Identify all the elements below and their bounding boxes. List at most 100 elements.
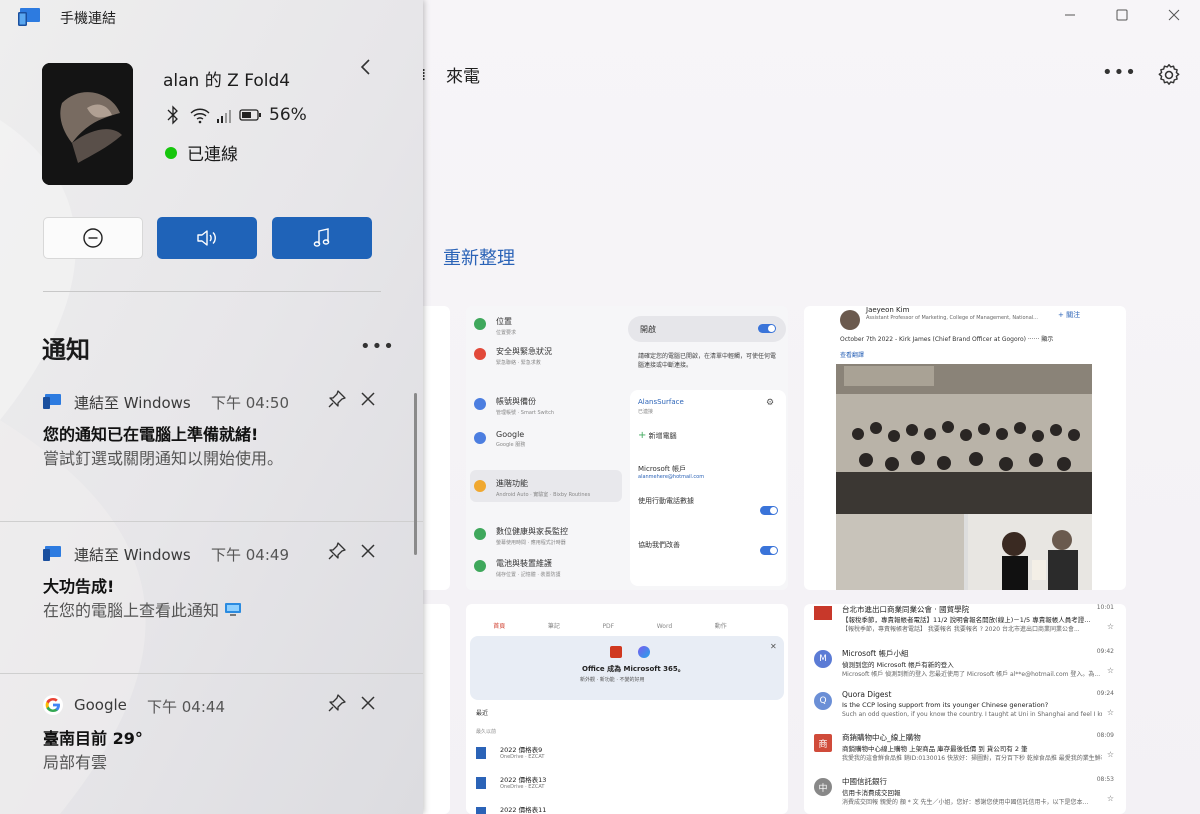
pin-icon[interactable]: [327, 541, 347, 561]
notification-time: 下午 04:50: [211, 394, 289, 412]
computer-emoji-icon: [225, 603, 242, 616]
close-icon[interactable]: [358, 541, 378, 561]
notifications-title: 通知: [42, 336, 90, 364]
mobile-data-toggle[interactable]: [760, 506, 778, 515]
notification-app: 連結至 Windows: [74, 546, 191, 564]
list-item[interactable]: 2022 價格表11: [476, 804, 776, 814]
notification-title: 大功告成!: [43, 577, 115, 596]
star-icon[interactable]: ☆: [1107, 622, 1114, 631]
notification-title: 臺南目前 29°: [43, 729, 143, 748]
list-item[interactable]: 商 商銷購物中心_線上購物 08:09 商銷購物中心線上購物 上架商品 庫存最後…: [810, 732, 1120, 766]
post-photo: [836, 364, 1092, 590]
phone-link-app-icon: [18, 8, 40, 26]
avatar: [840, 310, 860, 330]
close-window-button[interactable]: [1148, 0, 1200, 30]
list-item[interactable]: 台北市進出口商業同業公會 · 國貿學院 10:01 【報稅季節，專責報帳者電話】…: [810, 604, 1120, 638]
notification-time: 下午 04:49: [211, 546, 289, 564]
notification-body-wrap: 在您的電腦上查看此通知: [43, 597, 242, 621]
add-pc-button[interactable]: + 新增電腦: [638, 430, 677, 441]
notification-body: 嘗試釘選或關閉通知以開始使用。: [43, 449, 284, 468]
notifications-more-button[interactable]: •••: [360, 336, 395, 357]
close-icon[interactable]: ✕: [770, 642, 777, 651]
improve-toggle[interactable]: [760, 546, 778, 555]
link-to-windows-icon: [43, 546, 61, 561]
star-icon[interactable]: ☆: [1107, 750, 1114, 759]
connection-status: 已連線: [165, 140, 238, 165]
list-item[interactable]: Q Quora Digest 09:24 Is the CCP losing s…: [810, 690, 1120, 724]
music-note-icon: [313, 228, 330, 247]
connection-text: 已連線: [187, 145, 238, 165]
office-tabs: 首頁 筆記 PDF Word 動作: [493, 623, 727, 630]
media-button[interactable]: [272, 217, 372, 259]
connected-dot-icon: [165, 146, 177, 159]
notification-body: 局部有雲: [43, 753, 108, 772]
notification-app: 連結至 Windows: [74, 394, 191, 412]
close-icon[interactable]: [358, 693, 378, 713]
close-icon: [1168, 9, 1180, 21]
calls-header: ⁞⁞ 來電: [418, 58, 480, 90]
volume-button[interactable]: [157, 217, 257, 259]
list-item[interactable]: M Microsoft 帳戶小組 09:42 偵測到您的 Microsoft 帳…: [810, 648, 1120, 682]
divider: [43, 291, 381, 292]
notification-body: 在您的電腦上查看此通知: [43, 601, 220, 620]
device-status: 56%: [165, 104, 307, 126]
do-not-disturb-button[interactable]: [43, 217, 143, 259]
wifi-icon: [190, 108, 210, 124]
gear-icon[interactable]: [1156, 62, 1182, 88]
maximize-icon: [1116, 9, 1128, 21]
chevron-left-icon[interactable]: [355, 56, 377, 78]
pin-icon[interactable]: [327, 693, 347, 713]
app-title-bar: 手機連結: [0, 0, 423, 32]
main-toggle[interactable]: [758, 324, 776, 333]
close-icon[interactable]: [358, 389, 378, 409]
list-item: 進階功能 Android Auto · 實驗室 · Bixby Routines: [474, 478, 590, 498]
star-icon[interactable]: ☆: [1107, 794, 1114, 803]
more-options-button[interactable]: •••: [1102, 62, 1137, 83]
linkedin-app-card[interactable]: Jaeyeon Kim Assistant Professor of Marke…: [804, 306, 1126, 590]
star-icon[interactable]: ☆: [1107, 666, 1114, 675]
notification-item[interactable]: Google 下午 04:44 臺南目前 29° 局部有雲: [0, 693, 423, 805]
battery-icon: [239, 109, 261, 121]
google-g-icon: [43, 695, 63, 715]
list-item[interactable]: 中 中國信託銀行 08:53 信用卡消費成交回報 消費成交回報 親愛的 顏 * …: [810, 776, 1120, 810]
refresh-link[interactable]: 重新整理: [443, 244, 515, 270]
cellular-signal-icon: [217, 110, 231, 123]
follow-button[interactable]: + 關注: [1058, 310, 1080, 320]
list-item[interactable]: 2022 價格表9 OneDrive · EZCAT: [476, 744, 776, 763]
bluetooth-icon: [167, 105, 178, 125]
app-title: 手機連結: [60, 11, 116, 27]
notification-time: 下午 04:44: [147, 698, 225, 716]
device-name: alan 的 Z Fold4: [163, 71, 291, 91]
list-item: 電池與裝置維護 儲存位置 · 記憶體 · 裝置防護: [474, 558, 561, 578]
speaker-icon: [197, 230, 216, 246]
scrollbar[interactable]: [414, 393, 417, 555]
phone-panel: 手機連結 alan 的 Z Fold4 56% 已連線 通知 ••• 連結至 W…: [0, 0, 423, 814]
maximize-button[interactable]: [1096, 0, 1148, 30]
list-item: Google Google 服務: [474, 430, 525, 448]
toggle-row: 開啟: [628, 316, 786, 342]
list-item: 數位健康與家長監控 螢幕使用時間 · 應用程式計時器: [474, 526, 568, 546]
settings-app-card[interactable]: 位置 位置要求 安全與緊急狀況 緊急聯絡 · 緊急求救 帳號與備份 管理帳號 · Sm…: [466, 306, 788, 590]
notification-app: Google: [74, 696, 127, 714]
list-item[interactable]: 2022 價格表13 OneDrive · EZCAT: [476, 774, 776, 793]
office-banner: Office 成為 Microsoft 365。 新外觀 · 新功能 · 不變的…: [470, 636, 784, 700]
pin-icon[interactable]: [327, 389, 347, 409]
gmail-app-card[interactable]: 台北市進出口商業同業公會 · 國貿學院 10:01 【報稅季節，專責報帳者電話】…: [804, 604, 1126, 814]
settings-list: 位置 位置要求 安全與緊急狀況 緊急聯絡 · 緊急求救 帳號與備份 管理帳號 · Sm…: [466, 306, 626, 590]
notification-item[interactable]: 連結至 Windows 下午 04:49 大功告成! 在您的電腦上查看此通知: [0, 541, 423, 653]
section-title: 來電: [446, 66, 480, 87]
list-item: 帳號與備份 管理帳號 · Smart Switch: [474, 396, 554, 416]
divider: [0, 521, 423, 522]
list-item: 安全與緊急狀況 緊急聯絡 · 緊急求救: [474, 346, 552, 366]
gear-icon[interactable]: ⚙: [766, 398, 774, 408]
star-icon[interactable]: ☆: [1107, 708, 1114, 717]
divider: [0, 673, 423, 674]
minimize-icon: [1065, 14, 1075, 16]
notification-title: 您的通知已在電腦上準備就緒!: [43, 425, 259, 444]
minimize-button[interactable]: [1044, 0, 1096, 30]
list-item: 位置 位置要求: [474, 316, 516, 336]
notification-item[interactable]: 連結至 Windows 下午 04:50 您的通知已在電腦上準備就緒! 嘗試釘選…: [0, 389, 423, 511]
link-to-windows-icon: [43, 394, 61, 409]
office-app-card[interactable]: 首頁 筆記 PDF Word 動作 Office 成為 Microsoft 36…: [466, 604, 788, 814]
battery-percent: 56%: [269, 105, 307, 125]
